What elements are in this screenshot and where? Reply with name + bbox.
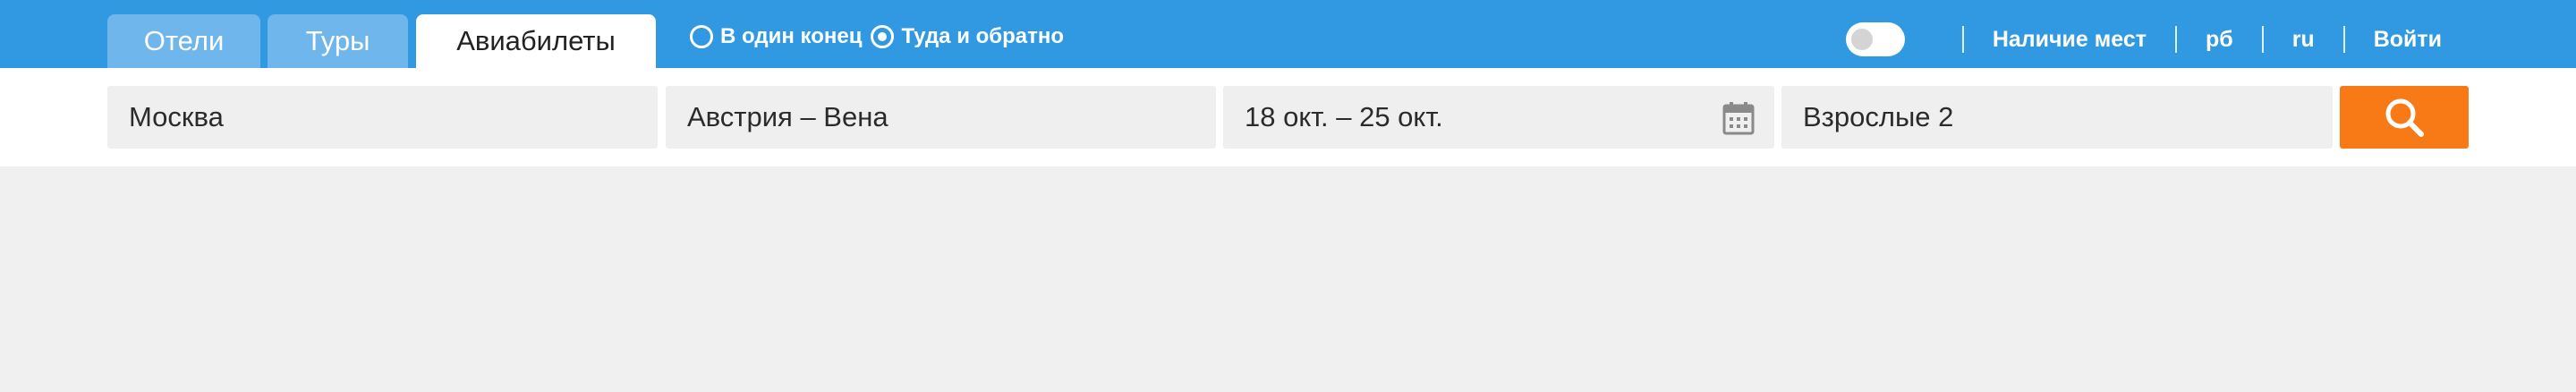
origin-field[interactable]: Москва (107, 86, 658, 149)
radio-unchecked-icon (690, 25, 713, 48)
tab-tours[interactable]: Туры (268, 14, 408, 68)
tab-flights[interactable]: Авиабилеты (416, 14, 656, 68)
header-bar: Отели Туры Авиабилеты В один конец Туда … (0, 0, 2576, 68)
radio-checked-icon (871, 25, 895, 48)
passengers-field[interactable]: Взрослые 2 (1781, 86, 2333, 149)
availability-toggle[interactable] (1845, 22, 1905, 56)
radio-round-trip-label: Туда и обратно (901, 24, 1065, 48)
login-link[interactable]: Войти (2374, 27, 2442, 53)
search-icon (2385, 98, 2424, 137)
currency-selector[interactable]: рб (2206, 27, 2233, 53)
availability-link[interactable]: Наличие мест (1993, 27, 2147, 53)
calendar-icon[interactable] (1722, 101, 1755, 135)
toggle-knob (1850, 29, 1873, 50)
search-bar: Москва Австрия – Вена 18 окт. – 25 окт. … (0, 68, 2576, 166)
dates-field[interactable]: 18 окт. – 25 окт. (1223, 86, 1774, 149)
passengers-value: Взрослые 2 (1803, 101, 1954, 132)
divider (2174, 26, 2177, 53)
header-nav: Наличие мест рб ru Войти (1845, 21, 2442, 57)
origin-value: Москва (129, 101, 224, 132)
language-selector[interactable]: ru (2292, 27, 2315, 53)
divider (2261, 26, 2264, 53)
destination-value: Австрия – Вена (687, 101, 888, 132)
destination-field[interactable]: Австрия – Вена (666, 86, 1216, 149)
radio-round-trip[interactable]: Туда и обратно (871, 24, 1064, 49)
divider (2342, 26, 2345, 53)
search-button[interactable] (2340, 86, 2469, 149)
tab-hotels[interactable]: Отели (107, 14, 260, 68)
dates-value: 18 окт. – 25 окт. (1245, 101, 1443, 132)
radio-one-way-label: В один конец (720, 24, 863, 48)
divider (1961, 26, 1964, 53)
trip-type-radio-group: В один конец Туда и обратно (690, 21, 1073, 52)
radio-one-way[interactable]: В один конец (690, 24, 862, 49)
